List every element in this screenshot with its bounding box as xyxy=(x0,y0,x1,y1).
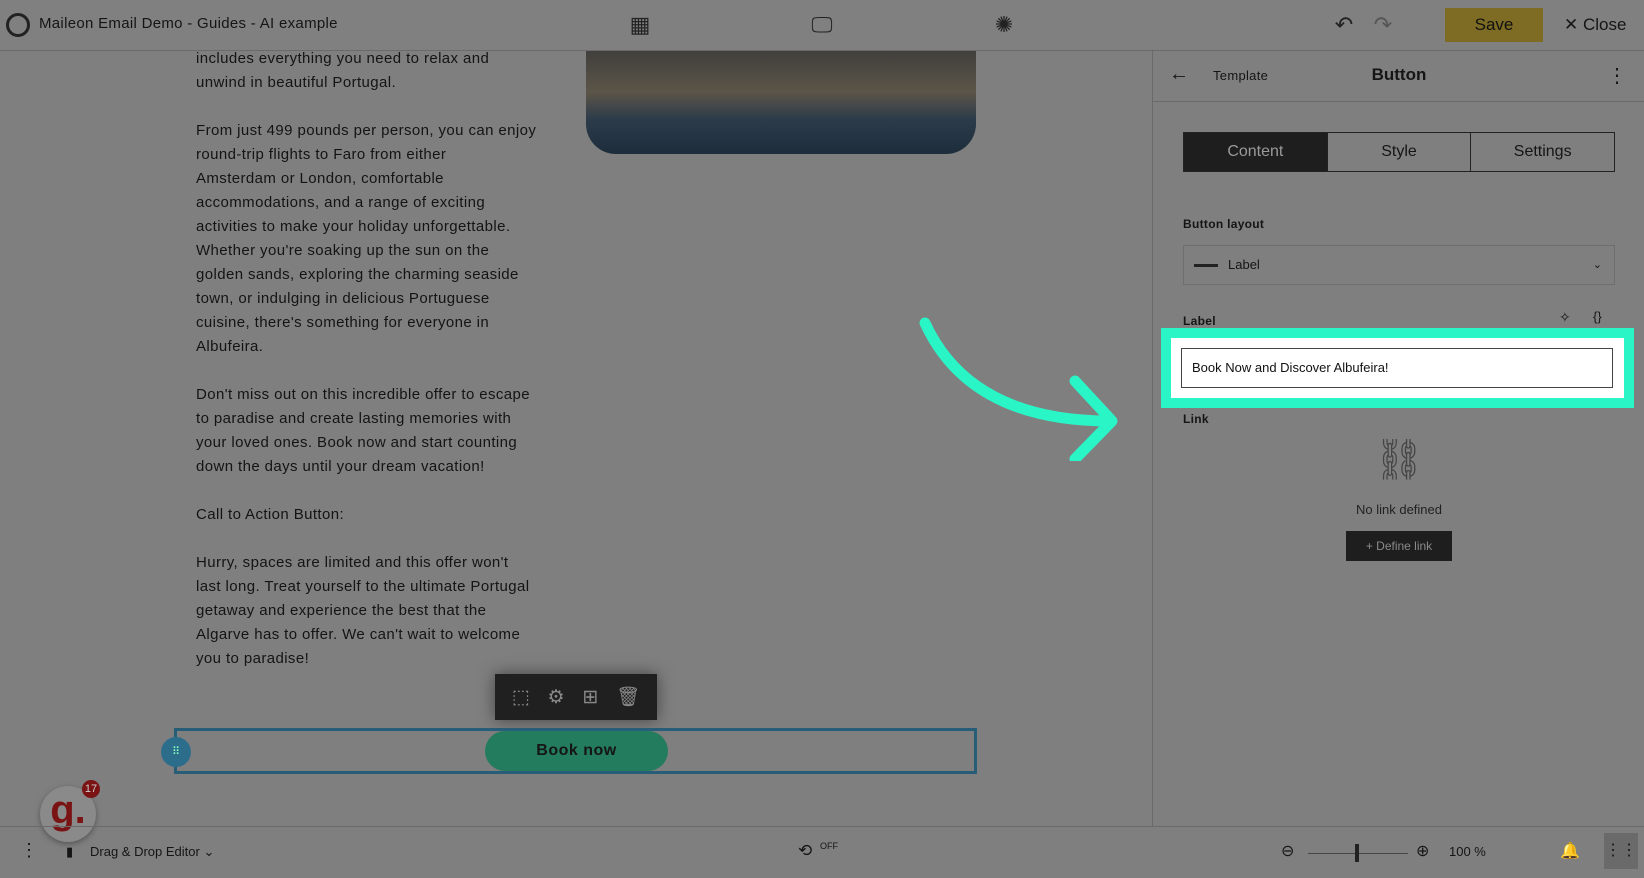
tab-style[interactable]: Style xyxy=(1328,133,1472,171)
panel-title: Button xyxy=(1371,65,1427,84)
panel-header: ← Template Button ⋮ xyxy=(1153,51,1644,102)
highlighted-label-field: Book Now and Discover Albufeira! xyxy=(1161,328,1634,408)
more-options-icon[interactable]: ⋮ xyxy=(1607,63,1627,88)
label-input[interactable]: Book Now and Discover Albufeira! xyxy=(1181,348,1613,388)
paragraph: From just 499 pounds per person, you can… xyxy=(196,122,537,355)
desktop-preview-icon[interactable]: 🖵 xyxy=(809,12,835,38)
block-toolbar: ⬚ ⚙ ⊞ 🗑 xyxy=(495,674,657,720)
paragraph: includes everything you need to relax an… xyxy=(196,51,490,91)
ai-icon[interactable]: ✺ xyxy=(991,12,1017,38)
ai-sparkle-icon[interactable]: ✧ xyxy=(1559,309,1571,326)
autosave-icon[interactable]: ⟲ xyxy=(798,841,812,861)
apps-grid-icon[interactable]: ⋮⋮ xyxy=(1604,833,1638,869)
drag-handle-icon[interactable]: ⠿ xyxy=(161,737,191,767)
plus-icon: + xyxy=(1365,539,1377,553)
select-parent-icon[interactable]: ⬚ xyxy=(512,686,530,709)
settings-icon[interactable]: ⚙ xyxy=(548,686,565,709)
arrow-pointer-icon xyxy=(919,317,1118,461)
paragraph: Don't miss out on this incredible offer … xyxy=(196,386,531,475)
autosave-status: OFF xyxy=(820,841,838,851)
paragraph: Hurry, spaces are limited and this offer… xyxy=(196,554,530,667)
notification-badge: 17 xyxy=(82,780,100,798)
editor-mode-select[interactable]: Drag & Drop Editor ⌄ xyxy=(90,844,214,860)
tab-settings[interactable]: Settings xyxy=(1471,133,1614,171)
panel-tabs: Content Style Settings xyxy=(1183,132,1615,172)
no-link-text: No link defined xyxy=(1356,502,1442,517)
zoom-level: 100 % xyxy=(1449,844,1486,859)
book-now-button[interactable]: Book now xyxy=(485,731,668,771)
close-label: Close xyxy=(1582,15,1627,34)
zoom-slider-handle[interactable] xyxy=(1355,844,1359,862)
tab-content[interactable]: Content xyxy=(1184,133,1328,171)
label-field-label: Label xyxy=(1183,314,1216,328)
close-icon: ✕ xyxy=(1564,15,1583,34)
zoom-in-icon[interactable]: ⊕ xyxy=(1416,841,1429,861)
button-layout-label: Button layout xyxy=(1183,217,1265,231)
redo-icon[interactable]: ↷ xyxy=(1370,12,1396,38)
button-layout-select[interactable]: Label ⌄ xyxy=(1183,245,1615,285)
bell-icon[interactable]: 🔔 xyxy=(1560,841,1580,861)
close-button[interactable]: ✕ Close xyxy=(1564,15,1626,35)
broken-link-icon: ⛓ xyxy=(1373,438,1425,482)
top-bar: Maileon Email Demo - Guides - AI example… xyxy=(0,0,1644,51)
email-canvas: includes everything you need to relax an… xyxy=(0,51,1152,826)
delete-icon[interactable]: 🗑 xyxy=(616,685,640,709)
layout-icon[interactable]: ▦ xyxy=(627,12,653,38)
chevron-down-icon: ⌄ xyxy=(1592,259,1602,271)
beach-image[interactable] xyxy=(586,51,976,154)
define-link-label: Define link xyxy=(1376,539,1433,553)
label-layout-icon xyxy=(1194,264,1218,267)
define-link-button[interactable]: + Define link xyxy=(1346,531,1452,561)
properties-panel: ← Template Button ⋮ Content Style Settin… xyxy=(1152,51,1644,826)
bottom-bar: ⋮ ▮ Drag & Drop Editor ⌄ ⟲ OFF ⊖ ⊕ 100 %… xyxy=(0,826,1644,878)
app-logo xyxy=(6,13,30,37)
zoom-out-icon[interactable]: ⊖ xyxy=(1281,841,1294,861)
editor-icon: ▮ xyxy=(66,844,74,859)
undo-icon[interactable]: ↶ xyxy=(1331,12,1357,38)
document-title: Maileon Email Demo - Guides - AI example xyxy=(39,15,338,32)
placeholder-braces-icon[interactable]: {} xyxy=(1593,309,1602,324)
email-body-text[interactable]: includes everything you need to relax an… xyxy=(196,51,556,695)
button-layout-value: Label xyxy=(1228,257,1260,272)
menu-dots-icon[interactable]: ⋮ xyxy=(20,840,38,861)
link-label: Link xyxy=(1183,412,1209,426)
paragraph: Call to Action Button: xyxy=(196,506,345,523)
duplicate-icon[interactable]: ⊞ xyxy=(582,686,598,709)
editor-mode-label: Drag & Drop Editor xyxy=(90,844,200,859)
save-button[interactable]: Save xyxy=(1445,8,1543,42)
